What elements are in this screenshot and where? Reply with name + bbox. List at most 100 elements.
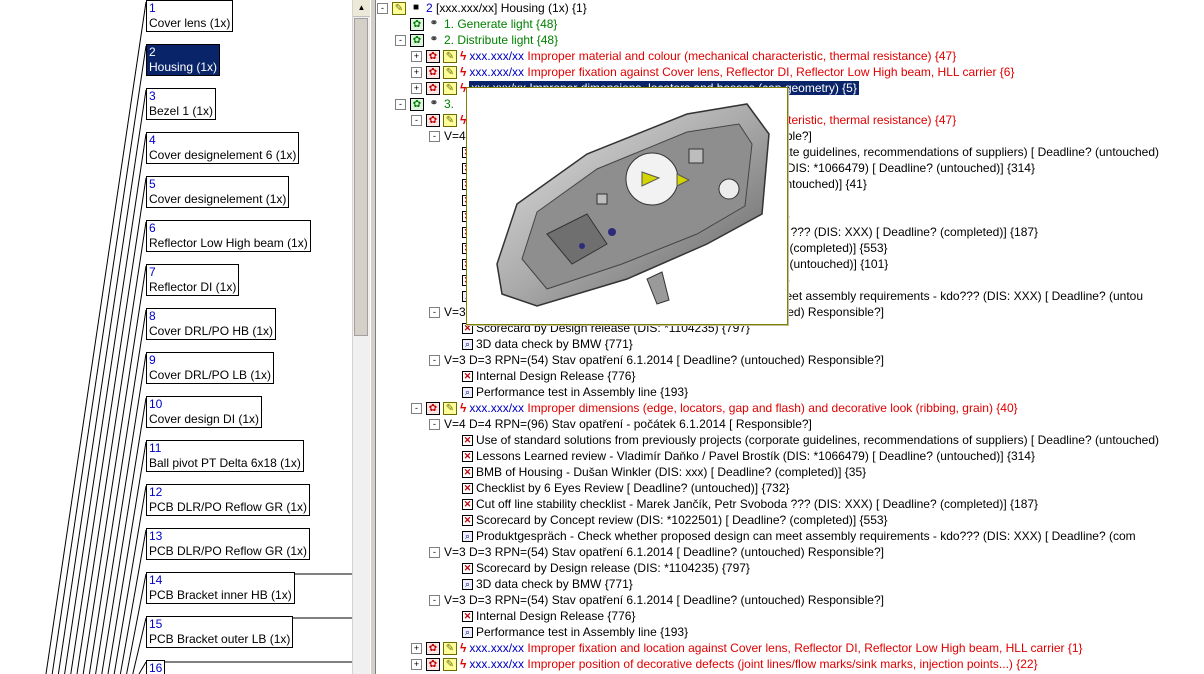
tree-row[interactable]: + ✿ ✎ ϟ xxx.xxx/xx Improper material and col… — [411, 48, 956, 64]
structure-node-number: 4 — [149, 133, 156, 147]
tree-row-text: 3D data check by BMW {771} — [476, 337, 633, 351]
expand-icon[interactable]: + — [411, 643, 422, 655]
expand-icon[interactable]: + — [411, 51, 422, 63]
tree-row[interactable]: -V=3 D=3 RPN=(54) Stav opatření 6.1.2014… — [429, 544, 884, 560]
scroll-up-button[interactable]: ▲ — [353, 0, 370, 17]
tree-row[interactable]: - ✎ ■ 2 [xxx.xxx/xx] Housing (1x) {1} — [377, 0, 587, 16]
connector-line — [76, 221, 147, 674]
structure-node-label: Reflector Low High beam (1x) — [149, 236, 308, 250]
structure-node[interactable]: 10 Cover design DI (1x) — [146, 396, 263, 428]
tree-row-text: V=3 D=3 RPN=(54) Stav opatření 6.1.2014 … — [444, 593, 884, 607]
connector-line — [138, 661, 147, 674]
link-icon: ⚭ — [429, 98, 439, 110]
structure-node[interactable]: 14 PCB Bracket inner HB (1x) — [146, 572, 295, 604]
collapse-icon[interactable]: - — [429, 131, 440, 143]
tree-row[interactable]: + ✿ ✎ ϟ xxx.xxx/xx Improper position of deco… — [411, 656, 1038, 672]
structure-node-number: 10 — [149, 397, 163, 411]
collapse-icon[interactable]: - — [411, 403, 422, 415]
collapse-icon[interactable]: - — [429, 419, 440, 431]
tree-row[interactable]: - ✿ ✎ ϟ xxx.xxx/xx Improper dimensions (edge… — [411, 400, 1018, 416]
structure-node[interactable]: 9 Cover DRL/PO LB (1x) — [146, 352, 275, 384]
failure-icon: ✿ — [426, 642, 440, 656]
tree-row[interactable]: ✕Scorecard by Concept review (DIS: *1022… — [447, 512, 888, 528]
tree-row-text: 3. — [444, 97, 455, 111]
tree-row[interactable]: ⌕ 3D data check by BMW {771} — [447, 336, 633, 352]
expand-icon[interactable]: + — [411, 659, 422, 671]
collapse-icon[interactable]: - — [411, 115, 422, 127]
scroll-thumb[interactable] — [354, 18, 368, 336]
tree-row[interactable]: - ✿ ⚭ 2. Distribute light {48} — [395, 32, 558, 48]
part-preview-popup — [466, 87, 788, 325]
structure-node[interactable]: 16 — [146, 660, 166, 674]
collapse-icon[interactable]: - — [395, 99, 406, 111]
tree-row[interactable]: ✕ Internal Design Release {776} — [447, 368, 635, 384]
tree-row[interactable]: ✕ Internal Design Release {776} — [447, 608, 635, 624]
tree-row-text: Internal Design Release {776} — [476, 369, 636, 383]
structure-node[interactable]: 1 Cover lens (1x) — [146, 0, 234, 32]
tree-row[interactable]: ✕Checklist by 6 Eyes Review [ Deadline? … — [447, 480, 790, 496]
tree-row-text: V=3 D=3 RPN=(54) Stav opatření 6.1.2014 … — [444, 545, 884, 559]
tree-row-text: xxx.xxx/xx — [469, 641, 528, 655]
tree-row[interactable]: -V=4 D=4 RPN=(96) Stav opatření - počáte… — [429, 416, 812, 432]
notes-icon: ✎ — [443, 402, 457, 416]
panel-splitter[interactable] — [370, 0, 376, 674]
tree-row-text: Improper fixation against Cover lens, Re… — [527, 65, 1015, 79]
expand-icon[interactable]: + — [411, 67, 422, 79]
tree-row[interactable]: ⌕ Performance test in Assembly line {193} — [447, 624, 688, 640]
function-icon: ✿ — [410, 18, 424, 32]
structure-node-number: 16 — [149, 661, 163, 674]
tree-row[interactable]: ✕BMB of Housing - Dušan Winkler (DIS: xx… — [447, 464, 866, 480]
tree-row[interactable]: ✕Lessons Learned review - Vladimír Daňko… — [447, 448, 1035, 464]
detection-measure-icon: ⌕ — [462, 579, 473, 591]
tree-row[interactable]: + ✿ ✎ ϟ xxx.xxx/xx Improper fixation against… — [411, 64, 1014, 80]
structure-node[interactable]: 4 Cover designelement 6 (1x) — [146, 132, 300, 164]
structure-node[interactable]: 15 PCB Bracket outer LB (1x) — [146, 616, 294, 648]
failure-icon: ✿ — [426, 82, 440, 96]
collapse-icon[interactable]: - — [377, 3, 388, 15]
structure-node[interactable]: 6 Reflector Low High beam (1x) — [146, 220, 311, 252]
vertical-scrollbar[interactable]: ▲ — [352, 0, 370, 674]
collapse-icon[interactable]: - — [429, 547, 440, 559]
expand-icon[interactable]: + — [411, 83, 422, 95]
tree-row[interactable]: ⌕Produktgespräch - Check whether propose… — [447, 528, 1136, 544]
structure-node[interactable]: 7 Reflector DI (1x) — [146, 264, 240, 296]
structure-node-number: 14 — [149, 573, 163, 587]
structure-node[interactable]: 8 Cover DRL/PO HB (1x) — [146, 308, 277, 340]
tree-row-text: Performance test in Assembly line {193} — [476, 625, 689, 639]
connector-line — [113, 485, 147, 674]
tree-row-text: V=4 D=4 RPN=(96) Stav opatření - počátek… — [444, 417, 812, 431]
tree-row[interactable]: ⌕ 3D data check by BMW {771} — [447, 576, 633, 592]
tree-row[interactable]: ✿ ⚭ 1. Generate light {48} — [395, 16, 557, 32]
structure-node-label: PCB DLR/PO Reflow GR (1x) — [149, 544, 308, 558]
connector-line — [82, 265, 147, 674]
collapse-icon[interactable]: - — [395, 35, 406, 47]
connector-line — [57, 89, 147, 674]
tree-row[interactable]: ⌕ Performance test in Assembly line {193} — [447, 384, 688, 400]
tree-row[interactable]: + ✿ ✎ ϟ xxx.xxx/xx Improper fixation and loc… — [411, 640, 1083, 656]
tree-row-text: 3D data check by BMW {771} — [476, 577, 633, 591]
collapse-icon[interactable]: - — [429, 355, 440, 367]
connector-line — [64, 133, 147, 674]
failure-cause-icon: ϟ — [460, 657, 467, 671]
tree-row-text: V=3 D=3 RPN=(54) Stav opatření 6.1.2014 … — [444, 353, 884, 367]
structure-node[interactable]: 13 PCB DLR/PO Reflow GR (1x) — [146, 528, 311, 560]
structure-node-label: Housing (1x) — [149, 60, 218, 74]
structure-node[interactable]: 3 Bezel 1 (1x) — [146, 88, 217, 120]
tree-row[interactable]: -V=3 D=3 RPN=(54) Stav opatření 6.1.2014… — [429, 592, 884, 608]
tree-row-text: Produktgespräch - Check whether proposed… — [476, 529, 1136, 543]
structure-node-label: Cover designelement (1x) — [149, 192, 287, 206]
tree-row[interactable]: ✕ Scorecard by Design release (DIS: *1104… — [447, 560, 750, 576]
tree-row[interactable]: ✕Cut off line stability checklist - Mare… — [447, 496, 1038, 512]
tree-row-text: xxx.xxx/xx — [469, 657, 528, 671]
collapse-icon[interactable]: - — [429, 307, 440, 319]
tree-row[interactable]: - ✿ ⚭ 3. — [395, 96, 454, 112]
failure-cause-icon: ϟ — [460, 401, 467, 415]
detection-measure-icon: ⌕ — [462, 387, 473, 399]
structure-node[interactable]: 12 PCB DLR/PO Reflow GR (1x) — [146, 484, 311, 516]
structure-node[interactable]: 2 Housing (1x) — [146, 44, 221, 76]
tree-row[interactable]: ✕Use of standard solutions from previous… — [447, 432, 1159, 448]
structure-node[interactable]: 5 Cover designelement (1x) — [146, 176, 290, 208]
collapse-icon[interactable]: - — [429, 595, 440, 607]
structure-node[interactable]: 11 Ball pivot PT Delta 6x18 (1x) — [146, 440, 304, 472]
tree-row[interactable]: -V=3 D=3 RPN=(54) Stav opatření 6.1.2014… — [429, 352, 884, 368]
